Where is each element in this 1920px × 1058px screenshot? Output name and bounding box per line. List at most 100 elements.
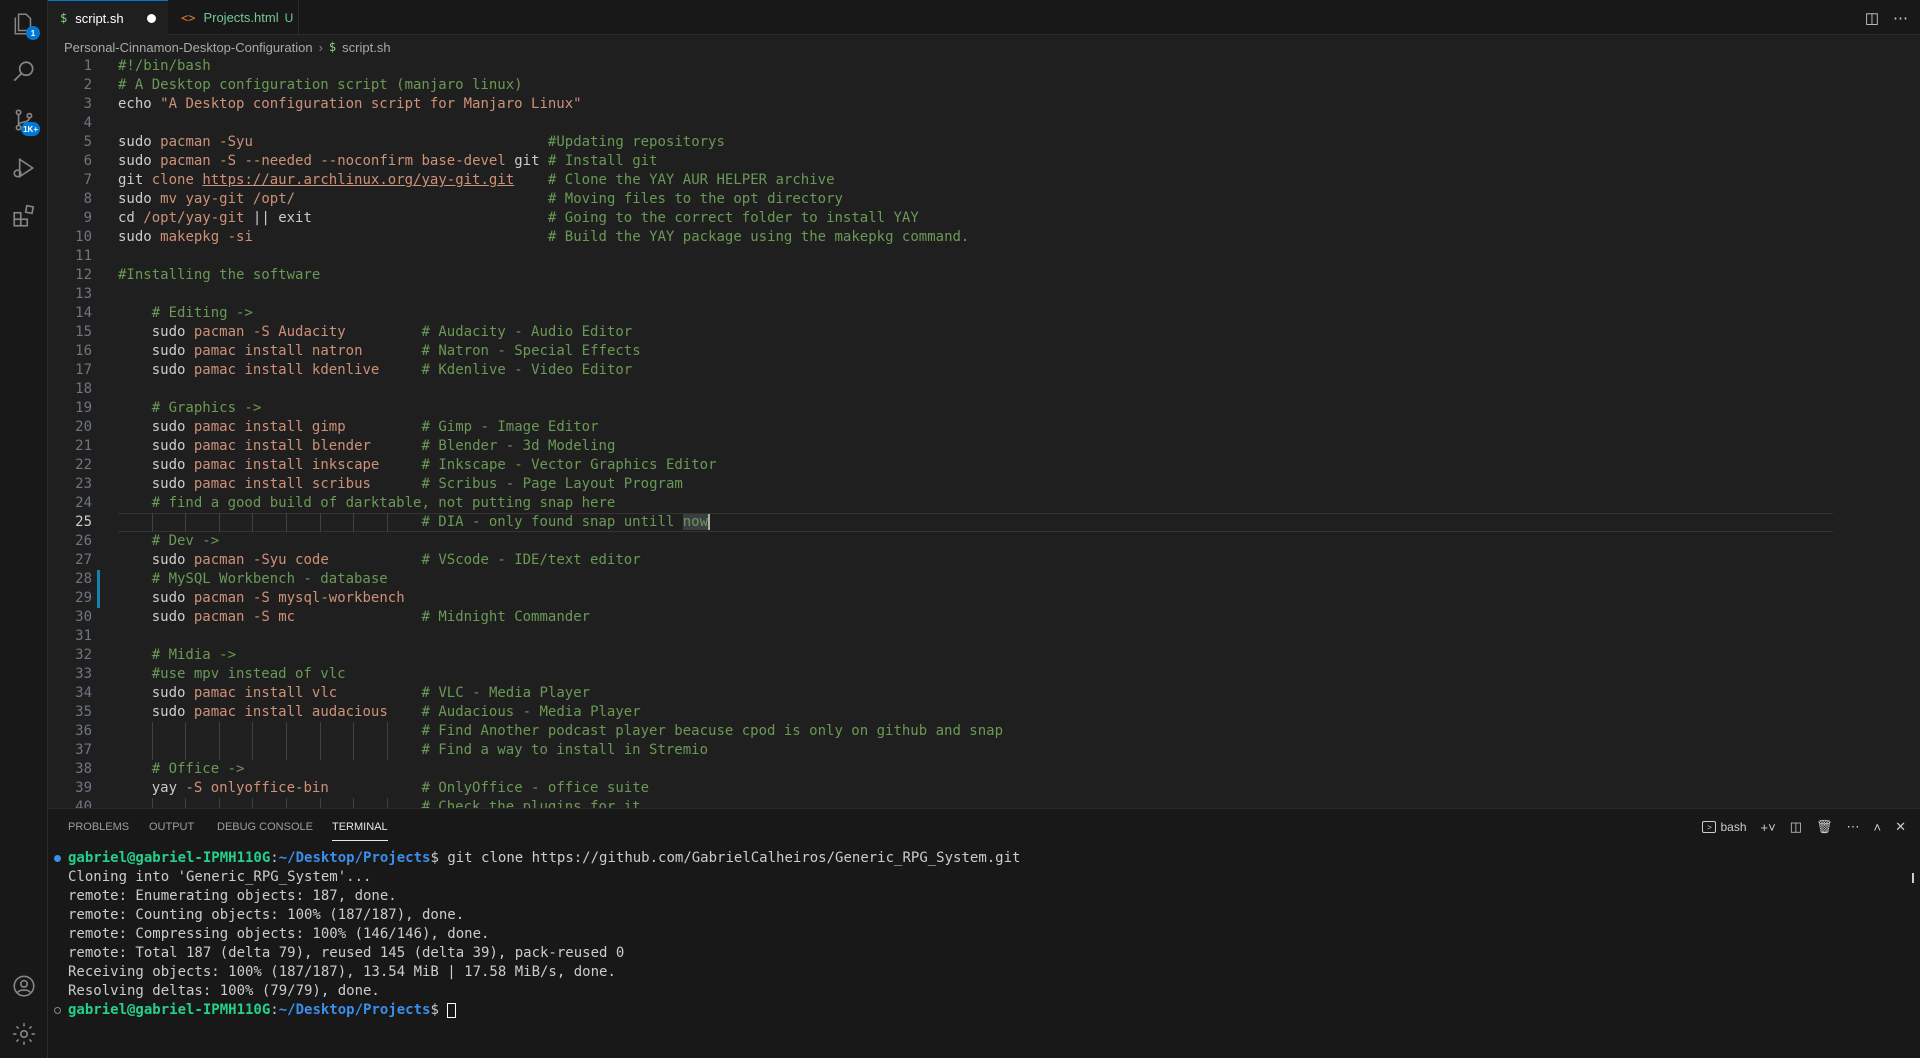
code-line[interactable]: 16 sudo pamac install natron # Natron - … [48, 342, 1920, 361]
close-panel-icon[interactable]: ✕ [1895, 819, 1906, 835]
code-text: # MySQL Workbench - database [151, 571, 388, 587]
prompt-path: ~/Desktop/Projects [278, 850, 431, 866]
terminal[interactable]: gabriel@gabriel-IPMH110G:~/Desktop/Proje… [48, 849, 1920, 1058]
code-line[interactable]: 29 sudo pacman -S mysql-workbench [48, 589, 1920, 608]
code-line[interactable]: 34 sudo pamac install vlc # VLC - Media … [48, 684, 1920, 703]
code-line[interactable]: 24 # find a good build of darktable, not… [48, 494, 1920, 513]
code-line[interactable]: 2 # A Desktop configuration script (manja… [48, 76, 1920, 95]
more-actions-icon[interactable]: ⋯ [1847, 819, 1860, 835]
code-text: sudo pacman -Syu #Updating repositorys [118, 134, 725, 150]
maximize-panel-chevron-up-icon[interactable]: ˄ [1874, 820, 1882, 835]
code-line[interactable]: 36 # Find Another podcast player beacuse… [48, 722, 1920, 741]
line-number: 16 [75, 343, 92, 359]
line-number: 9 [83, 210, 92, 226]
code-line[interactable]: 1 #!/bin/bash [48, 58, 1920, 76]
line-number: 32 [75, 647, 92, 663]
new-terminal-plus-icon[interactable]: +˅ [1761, 820, 1776, 835]
tab-problems[interactable]: PROBLEMS [68, 809, 129, 845]
code-line[interactable]: 38 # Office -> [48, 760, 1920, 779]
code-line[interactable]: 3 echo "A Desktop configuration script fo… [48, 95, 1920, 114]
code-line[interactable]: 37 # Find a way to install in Stremio [48, 741, 1920, 760]
breadcrumb-file[interactable]: script.sh [342, 40, 390, 55]
line-number: 31 [75, 628, 92, 644]
code-line[interactable]: 12 #Installing the software [48, 266, 1920, 285]
code-line[interactable]: 15 sudo pacman -S Audacity # Audacity - … [48, 323, 1920, 342]
explorer-icon[interactable]: 1 [0, 4, 48, 44]
run-debug-icon[interactable] [0, 148, 48, 188]
split-editor-icon[interactable]: ◫ [1865, 9, 1879, 27]
code-line[interactable]: 8 sudo mv yay-git /opt/ # Moving files to… [48, 190, 1920, 209]
html-file-icon: <> [181, 10, 196, 25]
line-number: 6 [83, 153, 92, 169]
code-line[interactable]: 10 sudo makepkg -si # Build the YAY packa… [48, 228, 1920, 247]
source-control-icon[interactable]: 1K+ [0, 100, 48, 140]
breadcrumb-folder[interactable]: Personal-Cinnamon-Desktop-Configuration [64, 40, 313, 55]
tab-debug-console[interactable]: DEBUG CONSOLE [217, 809, 313, 845]
code-line[interactable]: 28 # MySQL Workbench - database [48, 570, 1920, 589]
code-line[interactable]: 39 yay -S onlyoffice-bin # OnlyOffice - … [48, 779, 1920, 798]
line-number: 3 [83, 96, 92, 112]
more-actions-icon[interactable]: ⋯ [1893, 9, 1908, 27]
code-text: sudo pacman -S Audacity # Audacity - Aud… [151, 324, 633, 340]
code-editor[interactable]: 1 #!/bin/bash 2 # A Desktop configuration s… [48, 58, 1920, 808]
code-line[interactable]: 18 [48, 380, 1920, 399]
code-line[interactable]: 25 # DIA - only found snap untill now [48, 513, 1920, 532]
code-text: sudo mv yay-git /opt/ # Moving files to … [118, 191, 843, 207]
code-text: sudo pacman -Syu code # VScode - IDE/tex… [151, 552, 641, 568]
line-number: 38 [75, 761, 92, 777]
code-text: # Check the plugins for it [421, 799, 641, 808]
line-number: 20 [75, 419, 92, 435]
explorer-badge: 1 [26, 26, 40, 40]
code-line[interactable]: 30 sudo pacman -S mc # Midnight Commande… [48, 608, 1920, 627]
code-line[interactable]: 20 sudo pamac install gimp # Gimp - Imag… [48, 418, 1920, 437]
split-terminal-icon[interactable]: ◫ [1790, 819, 1802, 835]
code-text: # find a good build of darktable, not pu… [151, 495, 616, 511]
code-line[interactable]: 14 # Editing -> [48, 304, 1920, 323]
command-success-dot-icon[interactable] [54, 855, 61, 862]
code-line[interactable]: 33 #use mpv instead of vlc [48, 665, 1920, 684]
settings-gear-icon[interactable] [0, 1014, 48, 1054]
code-text: sudo pamac install inkscape # Inkscape -… [151, 457, 717, 473]
code-text: echo "A Desktop configuration script for… [118, 96, 582, 112]
code-line[interactable]: 19 # Graphics -> [48, 399, 1920, 418]
code-line[interactable]: 13 [48, 285, 1920, 304]
unsaved-dot-icon[interactable] [147, 14, 156, 23]
tab-terminal[interactable]: TERMINAL [332, 809, 388, 845]
kill-terminal-trash-icon[interactable]: 🗑 [1816, 819, 1833, 835]
code-line[interactable]: 21 sudo pamac install blender # Blender … [48, 437, 1920, 456]
git-modified-gutter-marker[interactable] [97, 570, 100, 589]
git-modified-gutter-marker[interactable] [97, 589, 100, 608]
code-line[interactable]: 23 sudo pamac install scribus # Scribus … [48, 475, 1920, 494]
terminal-shell-selector[interactable]: > bash [1702, 820, 1747, 834]
bottom-panel: PROBLEMS OUTPUT DEBUG CONSOLE TERMINAL >… [48, 808, 1920, 1058]
code-line[interactable]: 35 sudo pamac install audacious # Audaci… [48, 703, 1920, 722]
code-line[interactable]: 40 # Check the plugins for it [48, 798, 1920, 808]
code-line[interactable]: 31 [48, 627, 1920, 646]
code-line[interactable]: 26 # Dev -> [48, 532, 1920, 551]
code-text: sudo makepkg -si # Build the YAY package… [118, 229, 970, 245]
tab-projects-html[interactable]: <> Projects.html U [169, 0, 299, 35]
code-text: # Editing -> [151, 305, 253, 321]
code-line[interactable]: 5 sudo pacman -Syu #Updating repositorys [48, 133, 1920, 152]
tab-output[interactable]: OUTPUT [149, 809, 194, 845]
line-number: 19 [75, 400, 92, 416]
code-line[interactable]: 17 sudo pamac install kdenlive # Kdenliv… [48, 361, 1920, 380]
extensions-icon[interactable] [0, 196, 48, 236]
code-line[interactable]: 9 cd /opt/yay-git || exit # Going to the … [48, 209, 1920, 228]
code-line[interactable]: 22 sudo pamac install inkscape # Inkscap… [48, 456, 1920, 475]
code-line[interactable]: 11 [48, 247, 1920, 266]
code-line[interactable]: 4 [48, 114, 1920, 133]
code-line[interactable]: 32 # Midia -> [48, 646, 1920, 665]
search-icon[interactable] [0, 52, 48, 92]
account-icon[interactable] [0, 966, 48, 1006]
code-line[interactable]: 27 sudo pacman -Syu code # VScode - IDE/… [48, 551, 1920, 570]
command-pending-dot-icon[interactable] [54, 1007, 61, 1014]
code-line[interactable]: 6 sudo pacman -S --needed --noconfirm bas… [48, 152, 1920, 171]
terminal-scrollbar[interactable] [1912, 873, 1914, 883]
line-number: 14 [75, 305, 92, 321]
code-text: sudo pacman -S --needed --noconfirm base… [118, 153, 658, 169]
tab-script-sh[interactable]: $ script.sh [48, 0, 168, 35]
line-number: 25 [75, 514, 92, 530]
code-text: sudo pamac install vlc # VLC - Media Pla… [151, 685, 591, 701]
code-line[interactable]: 7 git clone https://aur.archlinux.org/yay… [48, 171, 1920, 190]
